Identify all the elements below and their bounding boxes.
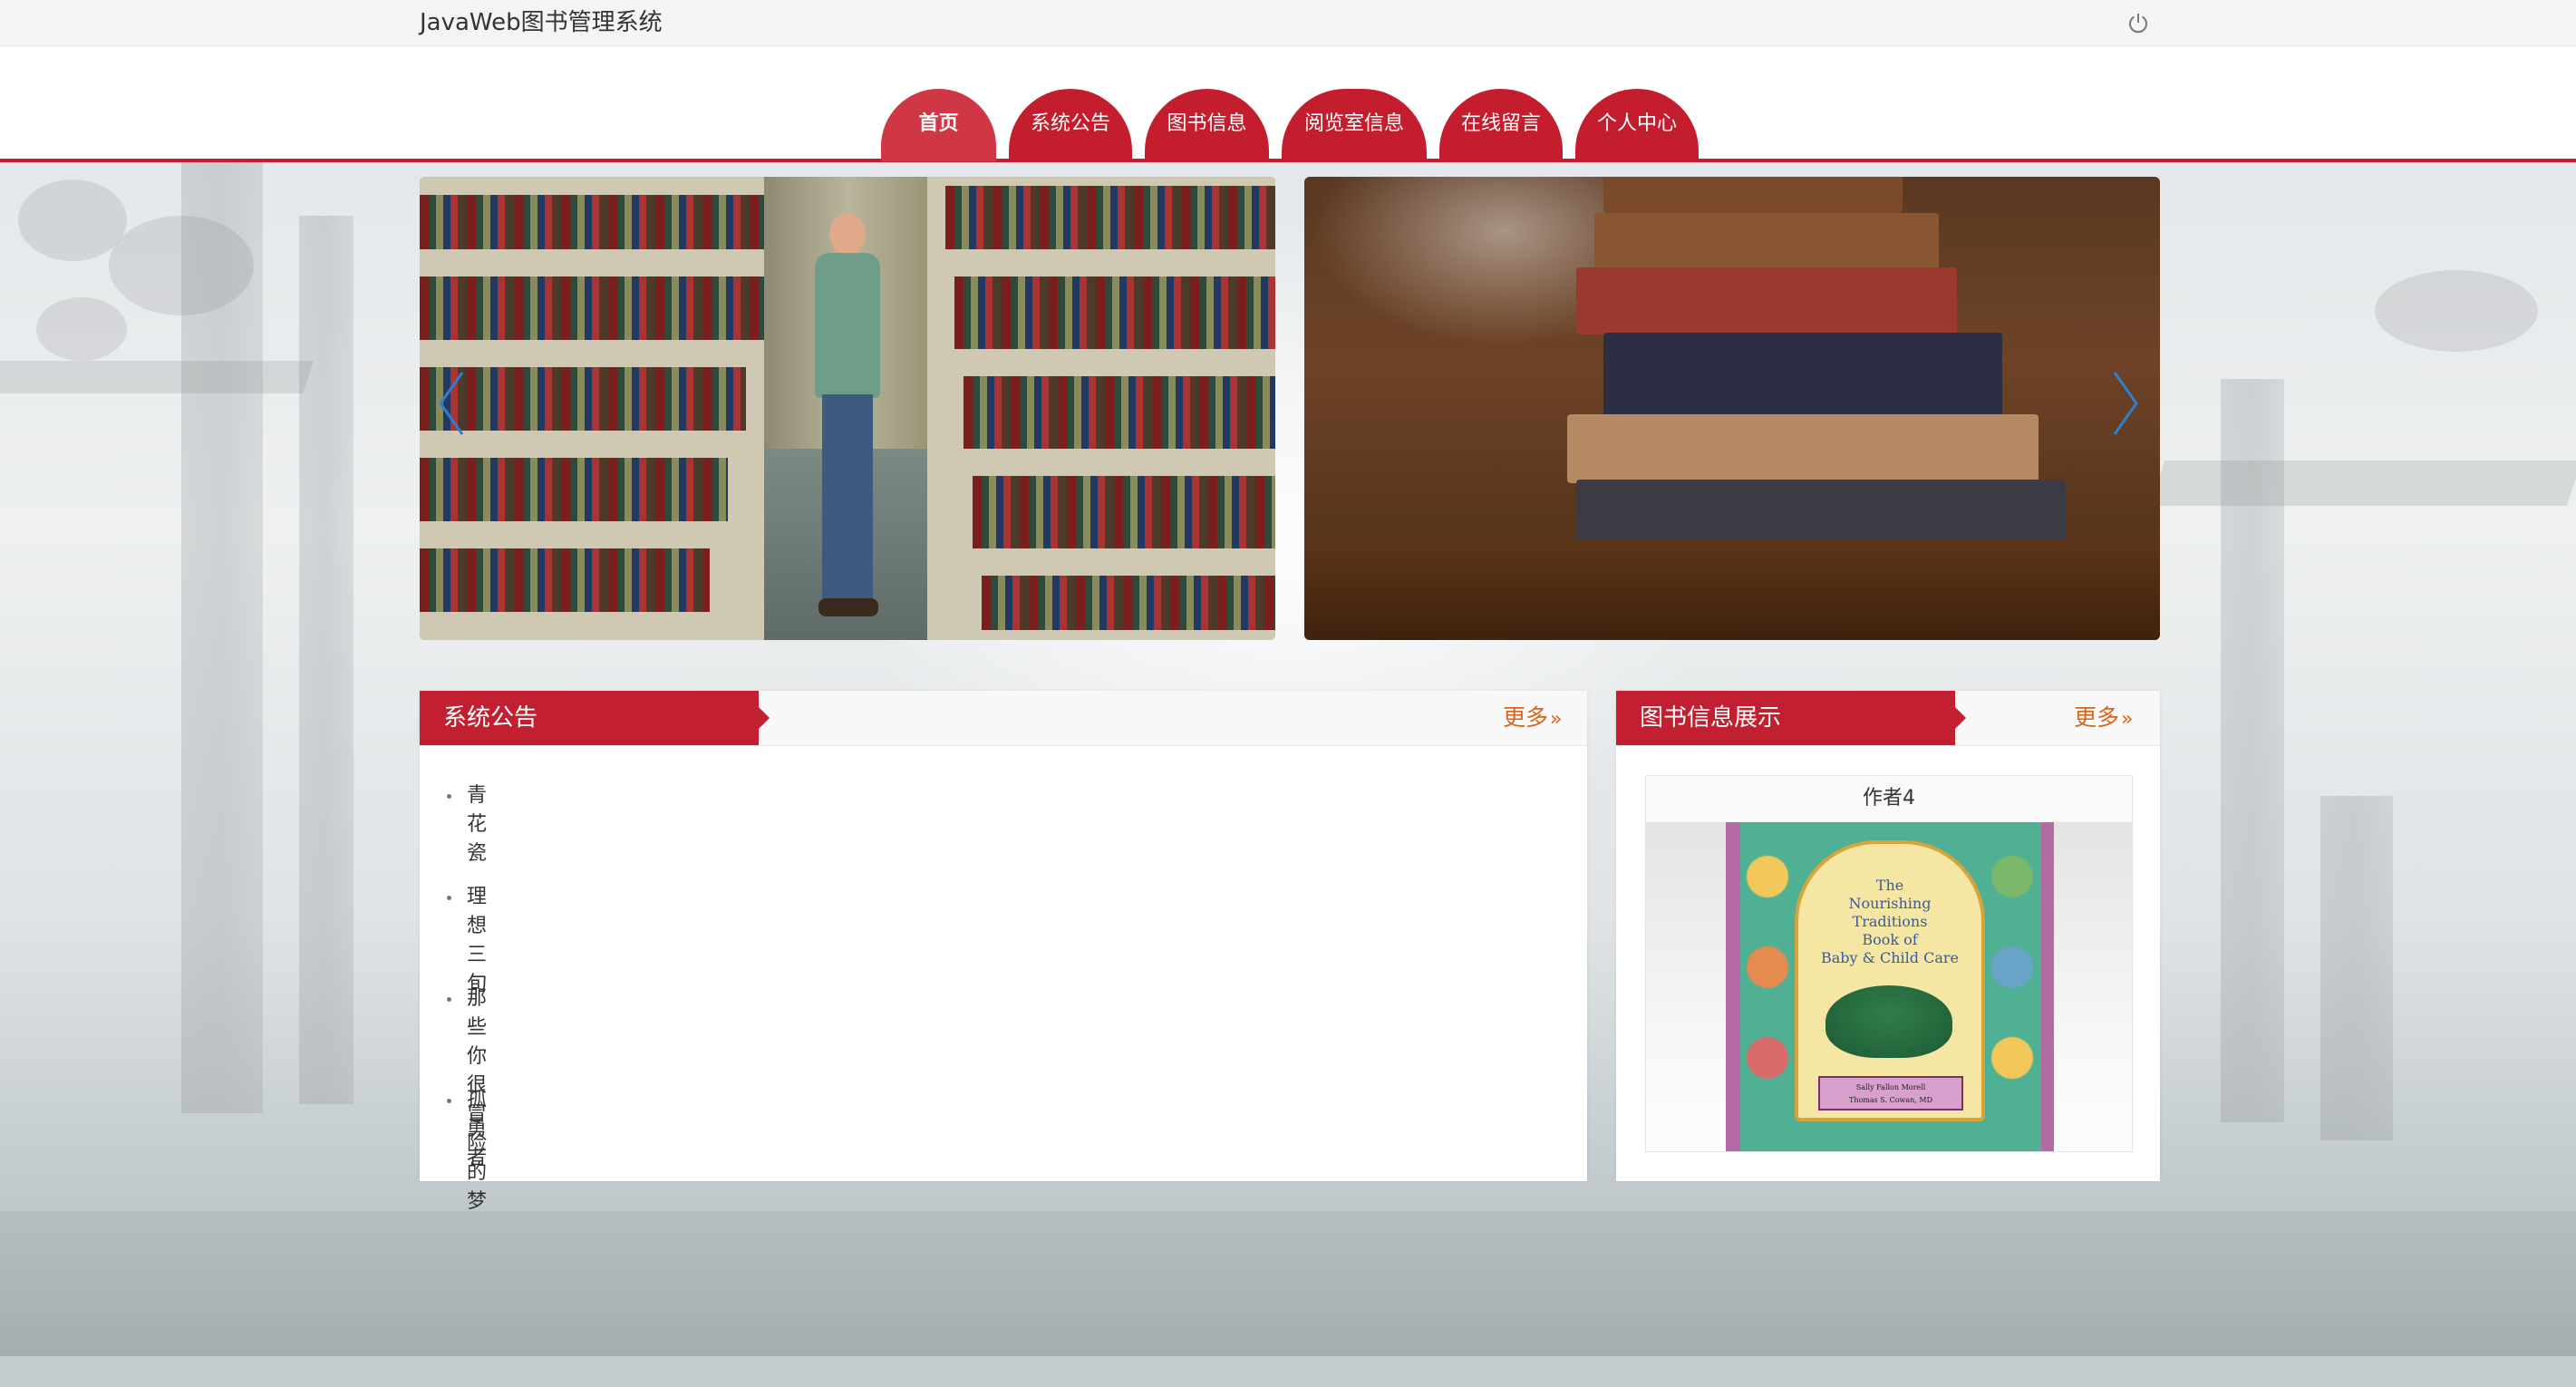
bullet-icon xyxy=(447,896,451,900)
books-more-label: 更多 xyxy=(2074,704,2120,731)
notice-item-label: 理想三旬 xyxy=(467,886,488,995)
books-panel-header: 图书信息展示 更多» xyxy=(1616,691,2160,746)
featured-book-card[interactable]: 作者4 The Nourishing Traditions Book of Ba… xyxy=(1645,775,2133,1152)
power-icon[interactable] xyxy=(2126,11,2150,34)
notice-panel: 系统公告 更多» 青花瓷 理想三旬 那些你很冒险的梦 孤勇者 xyxy=(420,691,1587,1213)
book-cover-title: The Nourishing Traditions Book of Baby &… xyxy=(1821,877,1959,966)
books-more-link[interactable]: 更多» xyxy=(2074,691,2133,745)
tree-illustration xyxy=(1825,985,1952,1058)
books-panel-title: 图书信息展示 xyxy=(1616,691,1966,745)
footer-floor xyxy=(0,1356,2576,1387)
bullet-icon xyxy=(447,1099,451,1103)
notice-more-link[interactable]: 更多» xyxy=(1503,691,1562,745)
book-author: 作者4 xyxy=(1646,776,2132,822)
notice-panel-header: 系统公告 更多» xyxy=(420,691,1587,746)
notice-item-label: 青花瓷 xyxy=(467,784,488,865)
library-person xyxy=(809,213,882,630)
carousel-slide-library xyxy=(420,177,1275,640)
site-title: JavaWeb图书管理系统 xyxy=(420,9,663,36)
carousel-next-icon[interactable] xyxy=(2107,367,2144,440)
bullet-icon xyxy=(447,997,451,1002)
notice-item-label: 孤勇者 xyxy=(467,1089,488,1169)
bullet-icon xyxy=(447,794,451,799)
notice-panel-title: 系统公告 xyxy=(420,691,770,745)
notice-more-label: 更多 xyxy=(1503,704,1549,731)
book-cover-area: The Nourishing Traditions Book of Baby &… xyxy=(1646,822,2132,1151)
carousel-slide-books xyxy=(1304,177,2160,640)
double-chevron-right-icon: » xyxy=(1550,708,1563,731)
top-bar: JavaWeb图书管理系统 xyxy=(0,0,2576,46)
book-cover-panel: The Nourishing Traditions Book of Baby &… xyxy=(1795,840,1985,1121)
carousel-prev-icon[interactable] xyxy=(433,367,470,440)
book-cover-image[interactable]: The Nourishing Traditions Book of Baby &… xyxy=(1726,822,2054,1151)
double-chevron-right-icon: » xyxy=(2121,708,2134,731)
book-cover-authors: Sally Fallon Morell Thomas S. Cowan, MD xyxy=(1818,1076,1963,1111)
books-panel: 图书信息展示 更多» 作者4 The Nourishing Traditions… xyxy=(1616,691,2160,1181)
footer-band xyxy=(0,1211,2576,1356)
